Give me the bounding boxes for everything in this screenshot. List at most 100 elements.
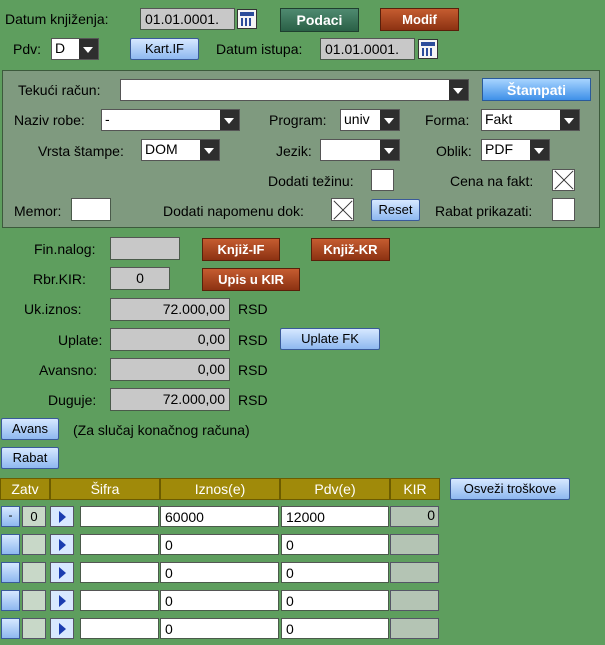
row-iznos-input[interactable]: 60000 — [160, 506, 279, 527]
currency-label: RSD — [238, 362, 268, 378]
avansno-field[interactable]: 0,00 — [110, 358, 230, 381]
modif-button[interactable]: Modif — [380, 8, 459, 31]
row-zatv-cell[interactable] — [22, 618, 46, 639]
forma-value: Fakt — [485, 111, 513, 127]
row-iznos-input[interactable]: 0 — [160, 534, 279, 555]
column-header-pdv: Pdv(e) — [280, 478, 390, 500]
podaci-button[interactable]: Podaci — [280, 8, 359, 32]
play-icon[interactable] — [50, 534, 74, 555]
forma-label: Forma: — [425, 112, 470, 128]
row-iznos-input[interactable]: 0 — [160, 590, 279, 611]
cena-na-fakt-checkbox[interactable] — [552, 169, 575, 191]
datum-istupa-label: Datum istupa: — [216, 41, 303, 57]
row-sifra-input[interactable] — [80, 618, 159, 639]
play-icon[interactable] — [50, 618, 74, 639]
row-pdv-input[interactable]: 0 — [281, 618, 389, 639]
row-zatv-cell[interactable] — [22, 534, 46, 555]
chevron-down-icon[interactable] — [79, 39, 98, 59]
row-sifra-input[interactable] — [80, 590, 159, 611]
dodati-tezinu-label: Dodati težinu: — [268, 173, 354, 189]
vrsta-stampe-select[interactable]: DOM — [141, 139, 220, 161]
row-zatv-cell[interactable] — [22, 590, 46, 611]
pdv-label: Pdv: — [13, 41, 42, 57]
program-value: univ — [344, 111, 370, 127]
chevron-down-icon[interactable] — [449, 80, 468, 100]
row-iznos-input[interactable]: 0 — [160, 618, 279, 639]
datum-istupa-field[interactable]: 01.01.0001. — [320, 38, 415, 60]
row-iznos-input[interactable]: 0 — [160, 562, 279, 583]
kartif-button[interactable]: Kart.IF — [130, 38, 199, 60]
currency-label: RSD — [238, 392, 268, 408]
row-remove-button[interactable] — [1, 618, 20, 639]
oblik-label: Oblik: — [436, 143, 472, 159]
avans-button[interactable]: Avans — [1, 418, 59, 440]
row-zatv-cell[interactable] — [22, 562, 46, 583]
row-pdv-input[interactable]: 0 — [281, 534, 389, 555]
dodati-napomenu-checkbox[interactable] — [331, 198, 354, 221]
row-remove-button[interactable]: - — [1, 506, 20, 527]
dodati-napomenu-label: Dodati napomenu dok: — [163, 203, 304, 219]
jezik-select[interactable] — [320, 139, 400, 161]
pdv-select[interactable]: D — [51, 38, 99, 60]
play-icon[interactable] — [50, 562, 74, 583]
chevron-down-icon[interactable] — [380, 110, 399, 130]
chevron-down-icon[interactable] — [200, 140, 219, 160]
column-header-kir: KIR — [390, 478, 440, 500]
datum-knjizenja-label: Datum knjiženja: — [5, 11, 109, 27]
vrsta-stampe-value: DOM — [145, 141, 178, 157]
calendar-icon[interactable] — [237, 9, 257, 29]
tekuci-racun-label: Tekući račun: — [18, 82, 101, 98]
rabat-prikazati-checkbox[interactable] — [552, 198, 575, 221]
knjiz-kr-button[interactable]: Knjiž-KR — [311, 238, 390, 261]
row-sifra-input[interactable] — [80, 534, 159, 555]
knjiz-if-button[interactable]: Knjiž-IF — [202, 238, 280, 261]
tekuci-racun-select[interactable] — [120, 79, 469, 101]
oblik-select[interactable]: PDF — [481, 139, 550, 161]
naziv-robe-select[interactable]: - — [101, 109, 240, 131]
row-remove-button[interactable] — [1, 534, 20, 555]
program-select[interactable]: univ — [340, 109, 400, 131]
uk-iznos-field[interactable]: 72.000,00 — [110, 298, 230, 321]
uplate-label: Uplate: — [58, 332, 103, 348]
play-icon[interactable] — [50, 506, 74, 527]
row-pdv-input[interactable]: 12000 — [281, 506, 389, 527]
column-header-iznos: Iznos(e) — [160, 478, 280, 500]
uplate-fk-button[interactable]: Uplate FK — [280, 328, 380, 350]
upis-kir-button[interactable]: Upis u KIR — [202, 268, 300, 291]
row-kir-cell — [390, 618, 439, 639]
row-kir-cell — [390, 534, 439, 555]
stampati-button[interactable]: Štampati — [482, 78, 591, 101]
column-header-sifra: Šifra — [50, 478, 160, 500]
rabat-button[interactable]: Rabat — [1, 447, 59, 469]
fin-nalog-field[interactable] — [110, 237, 180, 260]
calendar-icon[interactable] — [418, 39, 438, 59]
program-label: Program: — [269, 112, 327, 128]
naziv-robe-value: - — [105, 111, 110, 127]
datum-knjizenja-field[interactable]: 01.01.0001. — [140, 8, 235, 30]
dodati-tezinu-checkbox[interactable] — [371, 169, 394, 191]
avans-note: (Za slučaj konačnog računa) — [73, 422, 250, 438]
row-zatv-cell[interactable]: 0 — [22, 506, 46, 527]
row-kir-cell — [390, 590, 439, 611]
row-pdv-input[interactable]: 0 — [281, 590, 389, 611]
forma-select[interactable]: Fakt — [481, 109, 580, 131]
chevron-down-icon[interactable] — [380, 140, 399, 160]
play-icon[interactable] — [50, 590, 74, 611]
row-sifra-input[interactable] — [80, 562, 159, 583]
duguje-field[interactable]: 72.000,00 — [110, 388, 230, 411]
row-pdv-input[interactable]: 0 — [281, 562, 389, 583]
osvezi-troskove-button[interactable]: Osveži troškove — [450, 478, 570, 500]
fin-nalog-label: Fin.nalog: — [34, 241, 96, 257]
row-sifra-input[interactable] — [80, 506, 159, 527]
chevron-down-icon[interactable] — [530, 140, 549, 160]
chevron-down-icon[interactable] — [220, 110, 239, 130]
avansno-label: Avansno: — [39, 362, 98, 378]
row-remove-button[interactable] — [1, 590, 20, 611]
row-remove-button[interactable] — [1, 562, 20, 583]
rbr-kir-field[interactable]: 0 — [110, 267, 170, 290]
memor-field[interactable] — [71, 198, 111, 221]
reset-button[interactable]: Reset — [371, 199, 420, 221]
uplate-field[interactable]: 0,00 — [110, 328, 230, 351]
currency-label: RSD — [238, 332, 268, 348]
chevron-down-icon[interactable] — [560, 110, 579, 130]
